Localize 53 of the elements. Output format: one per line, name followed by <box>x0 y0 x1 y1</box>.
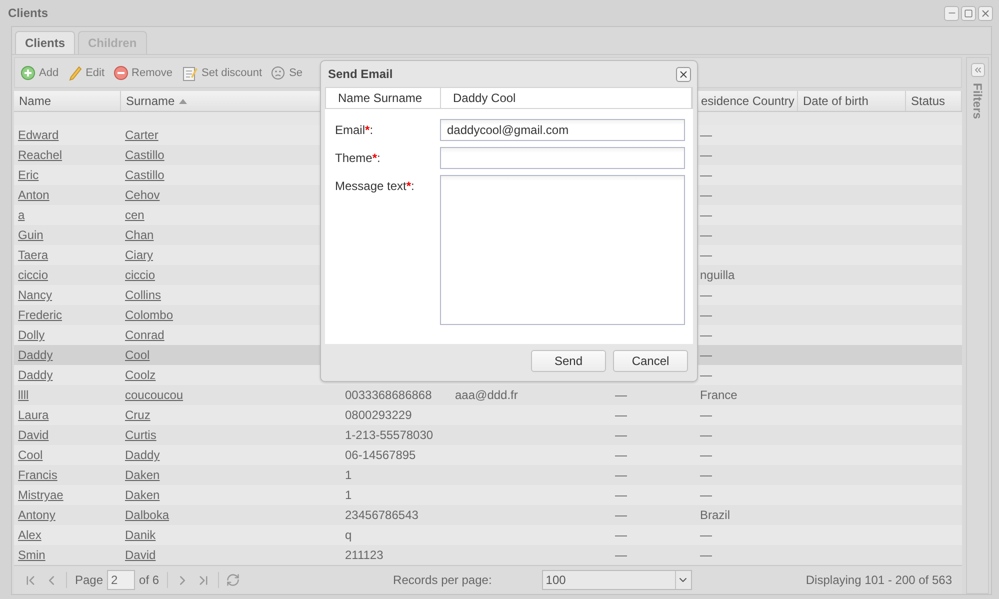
table-cell: — <box>700 328 712 342</box>
info-label: Name Surname <box>326 88 441 108</box>
table-cell: aaa@ddd.fr <box>455 388 518 402</box>
table-cell: — <box>700 128 712 142</box>
table-cell: 211123 <box>345 548 384 562</box>
table-cell: 1-213-55578030 <box>345 428 434 442</box>
table-cell: — <box>615 488 627 502</box>
table-cell: q <box>345 528 352 542</box>
table-cell: — <box>700 548 712 562</box>
table-cell: 0800293229 <box>345 408 412 422</box>
window-title: Clients <box>8 6 48 20</box>
page-label: Page <box>75 573 104 587</box>
filters-label: Filters <box>970 83 984 120</box>
table-cell: — <box>615 528 627 542</box>
table-cell: — <box>700 408 712 422</box>
field-label: Theme*: <box>335 150 382 165</box>
table-cell: — <box>700 468 712 482</box>
table-cell: 06-14567895 <box>345 448 416 462</box>
table-cell: — <box>700 308 712 322</box>
table-cell: — <box>700 428 712 442</box>
dialog-title: Send Email <box>328 67 393 81</box>
table-cell: 0033368686868 <box>345 388 432 402</box>
table-cell: — <box>700 208 712 222</box>
table-cell: — <box>700 248 712 262</box>
table-cell: — <box>615 468 627 482</box>
table-cell: — <box>700 168 712 182</box>
field-label: Message text*: <box>335 178 416 193</box>
table-cell: — <box>615 408 627 422</box>
table-cell: — <box>700 348 712 362</box>
field-label: Email*: <box>335 122 374 137</box>
table-cell: France <box>700 388 738 402</box>
table-cell: — <box>700 448 712 462</box>
table-cell: Brazil <box>700 508 730 522</box>
table-cell: nguilla <box>700 268 735 282</box>
records-label: Records per page: <box>393 573 492 587</box>
table-cell: — <box>700 188 712 202</box>
table-cell: 1 <box>345 468 352 482</box>
table-cell: — <box>615 548 627 562</box>
table-cell: — <box>700 228 712 242</box>
table-cell: — <box>615 448 627 462</box>
display-summary: Displaying 101 - 200 of 563 <box>806 573 952 587</box>
table-cell: — <box>615 508 627 522</box>
table-cell: 1 <box>345 488 352 502</box>
table-cell: — <box>700 148 712 162</box>
table-cell: — <box>615 388 627 402</box>
table-cell: — <box>700 368 712 382</box>
table-cell: — <box>615 428 627 442</box>
table-cell: — <box>700 288 712 302</box>
table-cell: — <box>700 528 712 542</box>
table-cell: — <box>700 488 712 502</box>
info-value: Daddy Cool <box>441 88 692 108</box>
table-cell: 23456786543 <box>345 508 418 522</box>
page-count: of 6 <box>139 573 160 587</box>
